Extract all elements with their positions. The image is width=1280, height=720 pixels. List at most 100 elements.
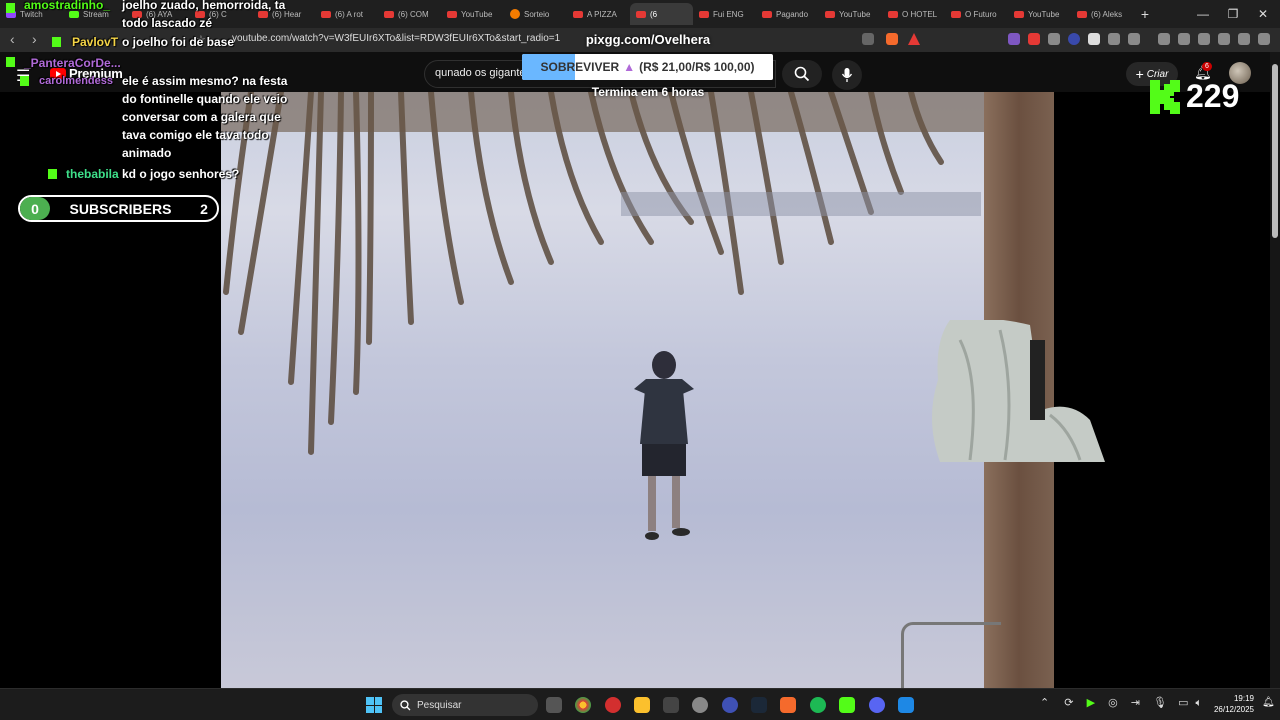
chat-username: _PanteraCorDe... bbox=[24, 56, 121, 70]
red-favicon-icon bbox=[636, 10, 646, 18]
browser-tab[interactable]: YouTube bbox=[1008, 3, 1071, 25]
minimize-button[interactable]: — bbox=[1188, 0, 1218, 28]
tab-label: YouTube bbox=[839, 9, 871, 19]
subs-label: SUBSCRIBERS bbox=[69, 200, 172, 217]
forward-icon[interactable]: › bbox=[32, 31, 37, 47]
red-favicon-icon bbox=[1077, 10, 1087, 18]
browser-tab[interactable]: YouTube bbox=[441, 3, 504, 25]
red-favicon-icon bbox=[1014, 10, 1024, 18]
brave-shield-icon[interactable] bbox=[886, 33, 898, 45]
close-window-button[interactable]: ✕ bbox=[1248, 0, 1278, 28]
tab-label: O Futuro bbox=[965, 9, 997, 19]
chat-text: joelho zuado, hemorroida, ta todo lascad… bbox=[122, 0, 286, 30]
vpn-icon[interactable] bbox=[1238, 33, 1250, 45]
menu-icon[interactable] bbox=[1258, 33, 1270, 45]
extension-icon[interactable] bbox=[1008, 33, 1020, 45]
browser-tab[interactable]: O HOTEL bbox=[882, 3, 945, 25]
restore-button[interactable]: ❐ bbox=[1218, 0, 1248, 28]
chevron-up-icon[interactable]: ⌃ bbox=[1040, 697, 1049, 709]
chat-username: amostradinho_ bbox=[24, 0, 111, 12]
windows-start-icon[interactable] bbox=[366, 697, 382, 713]
tab-label: Pagando bbox=[776, 9, 809, 19]
subscriber-goal-bar: 0 SUBSCRIBERS 2 bbox=[18, 195, 219, 222]
browser-tab[interactable]: Sorteio bbox=[504, 3, 567, 25]
browser-tab[interactable]: (6) Aleks bbox=[1071, 3, 1134, 25]
orange-favicon-icon bbox=[510, 9, 520, 19]
app-icon[interactable] bbox=[663, 697, 679, 713]
back-icon[interactable]: ‹ bbox=[10, 31, 15, 47]
tab-label: (6 bbox=[650, 9, 658, 19]
sync-icon[interactable]: ⟳ bbox=[1064, 697, 1073, 709]
extension-icon[interactable] bbox=[1068, 33, 1080, 45]
network-icon[interactable]: ▭ bbox=[1178, 697, 1188, 709]
taskbar-clock[interactable]: 19:19 26/12/2025 bbox=[1204, 693, 1254, 715]
browser-tab[interactable]: O Futuro bbox=[945, 3, 1008, 25]
new-tab-button[interactable]: + bbox=[1134, 3, 1156, 25]
search-button[interactable] bbox=[782, 60, 822, 88]
spotify-icon[interactable] bbox=[810, 697, 826, 713]
taskbar-search[interactable]: Pesquisar bbox=[392, 694, 538, 716]
app-tray-icon[interactable]: ⇥ bbox=[1131, 697, 1140, 709]
browser-tab[interactable]: Fui ENG bbox=[693, 3, 756, 25]
goal-progress-bar: SOBREVIVER ▲ (R$ 21,00/R$ 100,00) bbox=[522, 54, 773, 80]
brave-icon[interactable] bbox=[780, 697, 796, 713]
wallet-icon[interactable] bbox=[1198, 33, 1210, 45]
share-icon[interactable] bbox=[862, 33, 874, 45]
microphone-icon[interactable]: 🎙︎ bbox=[1153, 697, 1167, 709]
subs-current: 0 bbox=[20, 197, 50, 220]
volume-icon[interactable]: 🔈︎ bbox=[1196, 697, 1203, 709]
red-favicon-icon bbox=[321, 10, 331, 18]
scrollbar-thumb[interactable] bbox=[1272, 64, 1278, 238]
rewards-icon[interactable] bbox=[908, 33, 920, 45]
voice-search-button[interactable] bbox=[832, 60, 862, 90]
extension-icon[interactable] bbox=[1088, 33, 1100, 45]
steam-icon[interactable] bbox=[751, 697, 767, 713]
chat-username: PavlovT bbox=[72, 35, 119, 49]
extensions-puzzle-icon[interactable] bbox=[1108, 33, 1120, 45]
tab-label: YouTube bbox=[1028, 9, 1060, 19]
person-silhouette-image bbox=[634, 351, 694, 540]
leo-icon[interactable] bbox=[1218, 33, 1230, 45]
app-icon[interactable] bbox=[722, 697, 738, 713]
tab-label: Sorteio bbox=[524, 9, 550, 19]
railing-image bbox=[901, 622, 1001, 688]
task-view-icon[interactable] bbox=[546, 697, 562, 713]
app-icon[interactable] bbox=[692, 697, 708, 713]
red-favicon-icon bbox=[888, 10, 898, 18]
screenshot-icon[interactable] bbox=[1128, 33, 1140, 45]
play-icon[interactable]: ▶ bbox=[1087, 697, 1095, 709]
sidebar-icon[interactable] bbox=[1178, 33, 1190, 45]
extension-icon[interactable] bbox=[1048, 33, 1060, 45]
opera-icon[interactable] bbox=[605, 697, 621, 713]
ghost-sheet-image bbox=[932, 320, 1105, 462]
kick-logo-icon bbox=[1150, 79, 1180, 114]
extension-icon[interactable] bbox=[1028, 33, 1040, 45]
clock-time: 19:19 bbox=[1233, 694, 1254, 703]
file-explorer-icon[interactable] bbox=[634, 697, 650, 713]
media-icon[interactable] bbox=[1158, 33, 1170, 45]
kick-badge-icon bbox=[48, 169, 57, 179]
red-favicon-icon bbox=[573, 10, 583, 18]
chrome-icon[interactable] bbox=[575, 697, 591, 713]
tab-label: Fui ENG bbox=[713, 9, 744, 19]
browser-tab[interactable]: (6 bbox=[630, 3, 693, 25]
page-scrollbar[interactable] bbox=[1270, 52, 1280, 688]
tab-label: YouTube bbox=[461, 9, 493, 19]
browser-tab[interactable]: Pagando bbox=[756, 3, 819, 25]
subs-goal: 2 bbox=[200, 200, 208, 217]
kick-badge-icon bbox=[6, 57, 15, 67]
discord-icon[interactable] bbox=[869, 697, 885, 713]
browser-tab[interactable]: (6) COM bbox=[378, 3, 441, 25]
app-icon[interactable] bbox=[898, 697, 914, 713]
notification-center-icon[interactable]: 🔔︎ bbox=[1262, 697, 1275, 708]
chat-text: ele é assim mesmo? na festa do fontinell… bbox=[122, 74, 288, 160]
kick-badge-icon bbox=[20, 76, 29, 86]
browser-tab[interactable]: (6) A rot bbox=[315, 3, 378, 25]
kick-badge-icon bbox=[52, 37, 61, 47]
app-tray-icon[interactable]: ◎ bbox=[1108, 697, 1118, 709]
kick-icon[interactable] bbox=[839, 697, 855, 713]
red-favicon-icon bbox=[825, 10, 835, 18]
browser-tab[interactable]: A PIZZA bbox=[567, 3, 630, 25]
browser-tab[interactable]: YouTube bbox=[819, 3, 882, 25]
search-icon bbox=[400, 699, 411, 710]
